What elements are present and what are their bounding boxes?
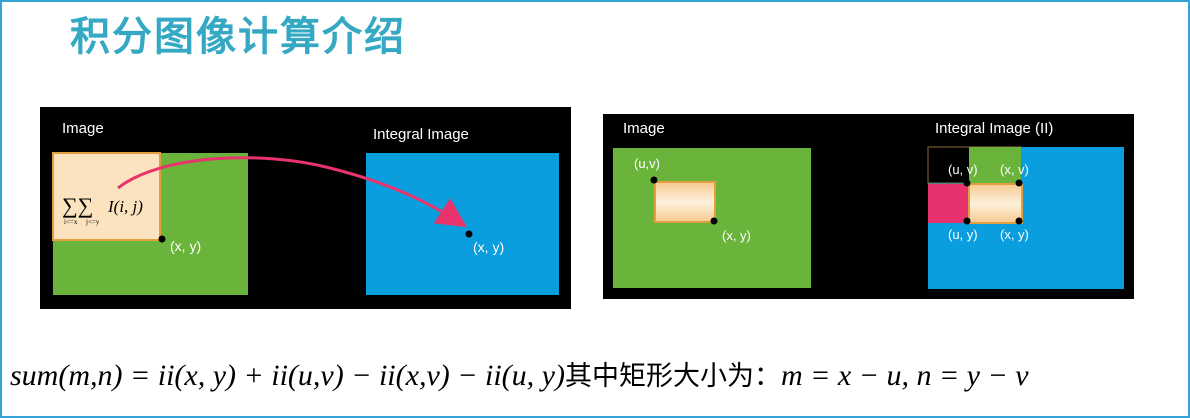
left-image-point-label: (x, y) [170, 238, 201, 254]
ii-point-xv [1015, 179, 1023, 187]
formula-line: sum(m,n) = ii(x, y) + ii(u,v) − ii(x,v) … [10, 354, 1029, 393]
left-integral-point-label: (x, y) [473, 239, 504, 255]
left-integral-label: Integral Image [373, 126, 469, 143]
sum-subscript-i: i<=x [64, 218, 78, 226]
right-image-point-uv [650, 176, 658, 184]
sum-function: I(i, j) [107, 197, 143, 216]
left-panel: Image ∑∑ I(i, j) i<=x j<=y (x, y) Integr… [40, 107, 571, 309]
left-image-point [158, 235, 166, 243]
ii-region-target [968, 183, 1023, 224]
right-integral-label: Integral Image (II) [935, 120, 1053, 137]
ii-point-uv [963, 179, 971, 187]
sum-symbol: ∑∑ [62, 193, 93, 218]
ii-point-xy [1015, 217, 1023, 225]
formula-chinese: 其中矩形大小为： [564, 361, 781, 392]
ii-point-xv-label: (x, v) [1000, 162, 1029, 177]
left-image-label: Image [62, 120, 104, 137]
ii-point-uv-label: (u, v) [948, 162, 978, 177]
right-image-point-xy [710, 217, 718, 225]
right-image-point-uv-label: (u,v) [634, 156, 660, 171]
left-integral-blue-rect [366, 153, 559, 295]
right-panel: Image (u,v) (x, y) Integral Image (II) (… [603, 114, 1134, 299]
diagram-canvas: Image ∑∑ I(i, j) i<=x j<=y (x, y) Integr… [40, 107, 1134, 309]
ii-region-left [928, 184, 969, 223]
formula-lhs: sum(m,n) = ii(x, y) + ii(u,v) − ii(x,v) … [10, 359, 565, 392]
right-image-label: Image [623, 120, 665, 137]
left-integral-point [465, 230, 473, 238]
ii-point-uy-label: (u, y) [948, 227, 978, 242]
sum-subscript-j: j<=y [85, 218, 100, 226]
ii-point-uy [963, 217, 971, 225]
right-image-point-xy-label: (x, y) [722, 228, 751, 243]
right-image-highlight-rect [654, 181, 716, 223]
ii-point-xy-label: (x, y) [1000, 227, 1029, 242]
formula-rhs: m = x − u, n = y − v [780, 359, 1029, 392]
